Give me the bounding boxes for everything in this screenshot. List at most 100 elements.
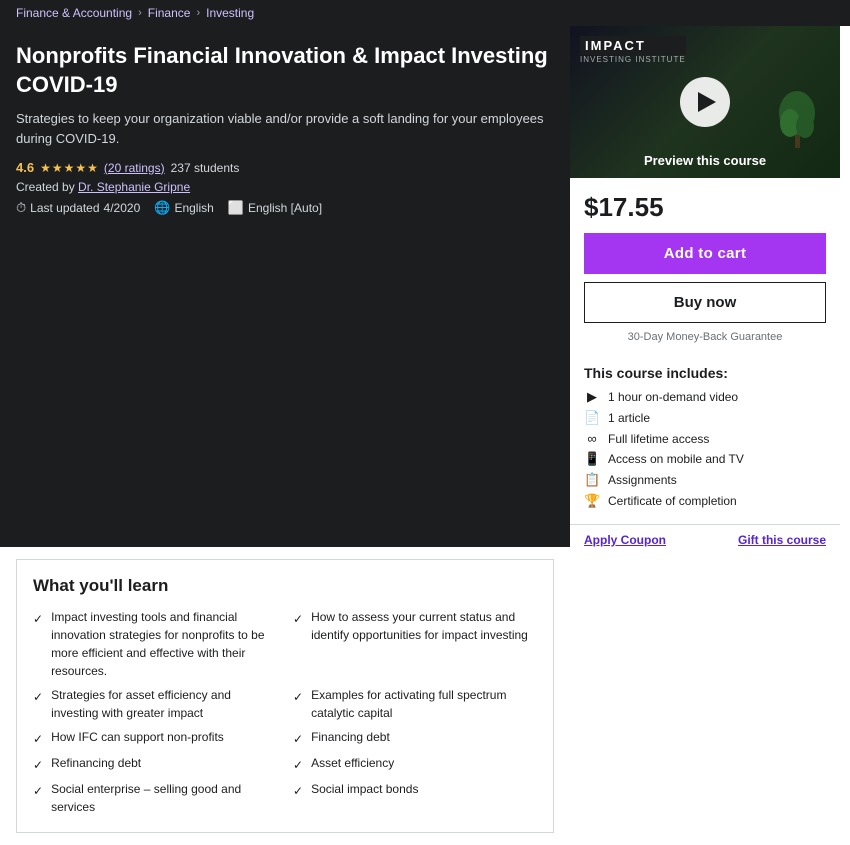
- gift-course-link[interactable]: Gift this course: [738, 533, 826, 547]
- learn-item-3: ✓ How IFC can support non-profits: [33, 728, 277, 748]
- include-video-text: 1 hour on-demand video: [608, 390, 738, 404]
- rating-number: 4.6: [16, 160, 34, 175]
- creator-link[interactable]: Dr. Stephanie Gripne: [78, 180, 190, 194]
- check-icon-2: ✓: [33, 688, 43, 722]
- learn-item-5-text: Social enterprise – selling good and ser…: [51, 780, 277, 816]
- captions-value: English [Auto]: [248, 201, 322, 215]
- breadcrumb-sep-1: ›: [138, 7, 142, 19]
- star-3: ★: [64, 161, 75, 175]
- video-icon: ▶: [584, 389, 600, 405]
- pricing-section: $17.55 Add to cart Buy now 30-Day Money-…: [570, 178, 840, 365]
- meta-language: 🌐 English: [154, 200, 214, 216]
- include-lifetime-text: Full lifetime access: [608, 432, 709, 446]
- apply-coupon-link[interactable]: Apply Coupon: [584, 533, 666, 547]
- breadcrumb-item-1[interactable]: Finance & Accounting: [16, 6, 132, 20]
- white-content-area: What you'll learn ✓ Impact investing too…: [0, 547, 570, 845]
- main-content: Nonprofits Financial Innovation & Impact…: [0, 26, 850, 547]
- learn-item-4-text: Refinancing debt: [51, 754, 141, 774]
- preview-thumbnail[interactable]: IMPACT INVESTING INSTITUTE Preview this …: [570, 26, 840, 178]
- play-button[interactable]: [680, 77, 730, 127]
- right-panel: IMPACT INVESTING INSTITUTE Preview this …: [570, 26, 840, 547]
- check-icon-9: ✓: [293, 756, 303, 774]
- last-updated-value: 4/2020: [104, 201, 141, 215]
- check-icon-7: ✓: [293, 688, 303, 722]
- breadcrumb-item-2[interactable]: Finance: [148, 6, 191, 20]
- learn-item-7: ✓ Examples for activating full spectrum …: [293, 686, 537, 722]
- learn-item-6-text: How to assess your current status and id…: [311, 608, 537, 680]
- page-wrapper: Finance & Accounting › Finance › Investi…: [0, 0, 850, 845]
- learn-item-1: ✓ Impact investing tools and financial i…: [33, 608, 277, 680]
- breadcrumb-sep-2: ›: [196, 7, 200, 19]
- learn-item-10: ✓ Social impact bonds: [293, 780, 537, 816]
- left-panel: Nonprofits Financial Innovation & Impact…: [0, 26, 570, 547]
- check-icon-3: ✓: [33, 730, 43, 748]
- includes-section: This course includes: ▶ 1 hour on-demand…: [570, 365, 840, 524]
- course-subtitle: Strategies to keep your organization via…: [16, 109, 554, 148]
- last-updated-label: Last updated: [30, 201, 99, 215]
- guarantee-text: 30-Day Money-Back Guarantee: [584, 331, 826, 343]
- include-assignments-text: Assignments: [608, 473, 677, 487]
- learn-title: What you'll learn: [33, 576, 537, 596]
- students-count: 237 students: [171, 161, 240, 175]
- article-icon: 📄: [584, 410, 600, 426]
- meta-row: ⏱ Last updated 4/2020 🌐 English ⬜ Englis…: [16, 200, 554, 216]
- include-mobile-text: Access on mobile and TV: [608, 452, 744, 466]
- course-title: Nonprofits Financial Innovation & Impact…: [16, 42, 554, 99]
- learn-item-5: ✓ Social enterprise – selling good and s…: [33, 780, 277, 816]
- creator-row: Created by Dr. Stephanie Gripne: [16, 180, 554, 194]
- learn-item-8-text: Financing debt: [311, 728, 390, 748]
- coupon-row: Apply Coupon Gift this course: [570, 524, 840, 547]
- includes-title: This course includes:: [584, 365, 826, 381]
- clock-icon: ⏱: [16, 200, 26, 216]
- meta-captions: ⬜ English [Auto]: [228, 200, 322, 216]
- star-5: ★: [87, 161, 98, 175]
- learn-item-2-text: Strategies for asset efficiency and inve…: [51, 686, 277, 722]
- learn-grid: ✓ Impact investing tools and financial i…: [33, 608, 537, 816]
- learn-item-4: ✓ Refinancing debt: [33, 754, 277, 774]
- globe-icon: 🌐: [154, 200, 170, 216]
- add-to-cart-button[interactable]: Add to cart: [584, 233, 826, 274]
- ratings-count[interactable]: (20 ratings): [104, 161, 165, 175]
- meta-updated: ⏱ Last updated 4/2020: [16, 200, 140, 216]
- rating-row: 4.6 ★ ★ ★ ★ ★ (20 ratings) 237 students: [16, 160, 554, 175]
- star-4: ★: [75, 161, 86, 175]
- assignments-icon: 📋: [584, 472, 600, 488]
- breadcrumb-item-3[interactable]: Investing: [206, 6, 254, 20]
- check-icon-1: ✓: [33, 610, 43, 680]
- include-article: 📄 1 article: [584, 410, 826, 426]
- include-certificate-text: Certificate of completion: [608, 494, 737, 508]
- buy-now-button[interactable]: Buy now: [584, 282, 826, 323]
- include-article-text: 1 article: [608, 411, 650, 425]
- check-icon-4: ✓: [33, 756, 43, 774]
- creator-label: Created by: [16, 180, 75, 194]
- plant-decoration: [770, 78, 825, 148]
- mobile-icon: 📱: [584, 451, 600, 467]
- learn-item-8: ✓ Financing debt: [293, 728, 537, 748]
- include-mobile: 📱 Access on mobile and TV: [584, 451, 826, 467]
- learn-item-6: ✓ How to assess your current status and …: [293, 608, 537, 680]
- language-value: English: [174, 201, 213, 215]
- learn-item-3-text: How IFC can support non-profits: [51, 728, 224, 748]
- infinity-icon: ∞: [584, 431, 600, 446]
- captions-icon: ⬜: [228, 200, 244, 216]
- learn-section: What you'll learn ✓ Impact investing too…: [16, 559, 554, 833]
- check-icon-6: ✓: [293, 610, 303, 680]
- star-2: ★: [52, 161, 63, 175]
- impact-logo: IMPACT: [580, 36, 686, 55]
- check-icon-10: ✓: [293, 782, 303, 816]
- include-video: ▶ 1 hour on-demand video: [584, 389, 826, 405]
- check-icon-5: ✓: [33, 782, 43, 816]
- price-tag: $17.55: [584, 192, 826, 223]
- include-assignments: 📋 Assignments: [584, 472, 826, 488]
- include-lifetime: ∞ Full lifetime access: [584, 431, 826, 446]
- learn-item-7-text: Examples for activating full spectrum ca…: [311, 686, 537, 722]
- stars: ★ ★ ★ ★ ★: [40, 161, 98, 175]
- learn-item-9: ✓ Asset efficiency: [293, 754, 537, 774]
- breadcrumb: Finance & Accounting › Finance › Investi…: [0, 0, 850, 26]
- star-1: ★: [40, 161, 51, 175]
- preview-label: Preview this course: [570, 153, 840, 168]
- check-icon-8: ✓: [293, 730, 303, 748]
- learn-item-2: ✓ Strategies for asset efficiency and in…: [33, 686, 277, 722]
- play-triangle-icon: [698, 92, 716, 112]
- learn-item-1-text: Impact investing tools and financial inn…: [51, 608, 277, 680]
